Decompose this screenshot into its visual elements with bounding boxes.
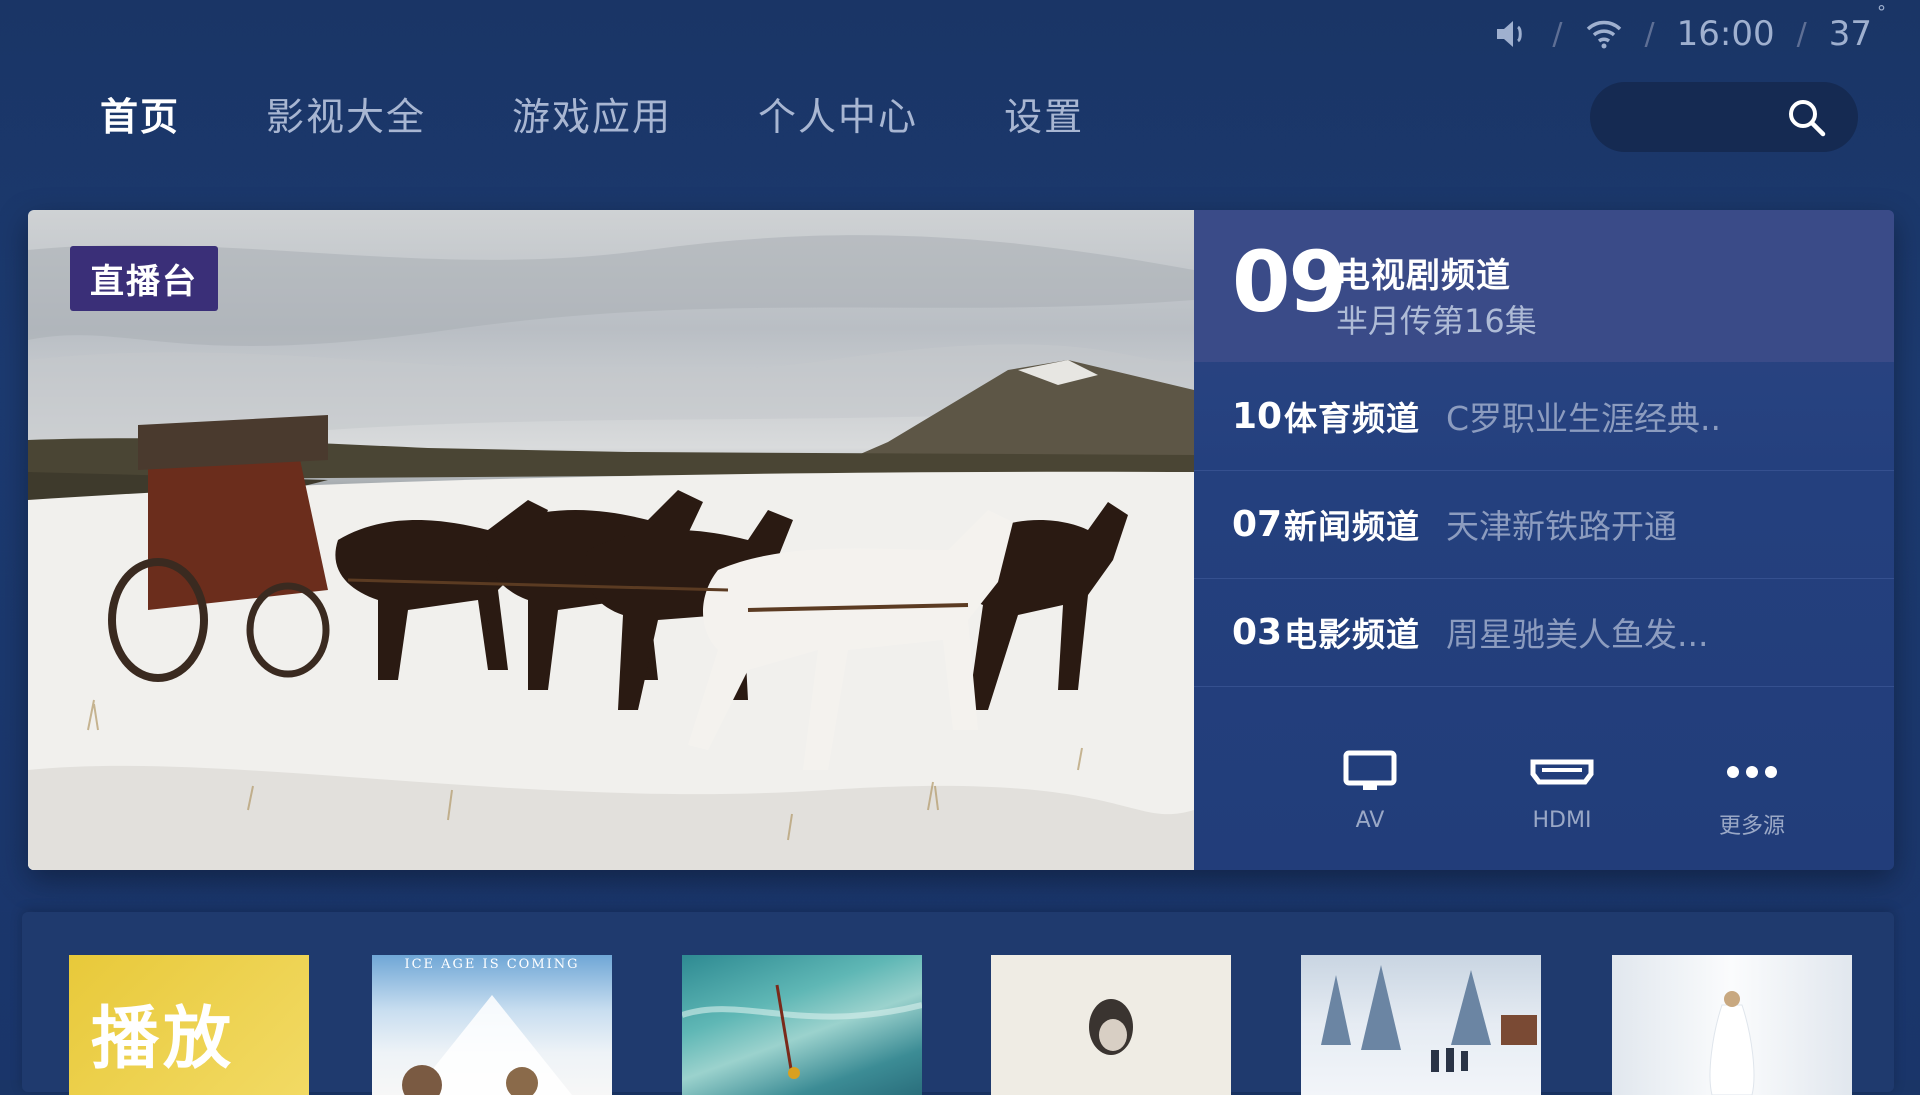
speaker-icon [1494, 18, 1530, 50]
source-label: 更多源 [1718, 814, 1785, 839]
source-hdmi-button[interactable]: HDMI [1502, 728, 1622, 833]
input-sources: AV HDMI 更多源 [1194, 728, 1894, 870]
channel-number: 10 [1232, 395, 1283, 437]
channel-number: 03 [1232, 611, 1283, 653]
status-separator: / [1552, 16, 1563, 52]
poster-tile[interactable]: 播放 [69, 955, 309, 1095]
tab-movies[interactable]: 影视大全 [266, 86, 426, 141]
poster-tile[interactable] [991, 955, 1231, 1095]
status-bar: / / 16:00 / 37 ° [1494, 2, 1886, 54]
channel-number: 09 [1232, 233, 1347, 331]
status-separator: / [1644, 16, 1655, 52]
channel-row[interactable]: 07 新闻频道 天津新铁路开通 [1194, 470, 1894, 579]
tab-games-apps[interactable]: 游戏应用 [512, 86, 672, 141]
channel-list: 09 电视剧频道 芈月传第16集 10 体育频道 C罗职业生涯经典.. 07 新… [1194, 210, 1894, 870]
source-more-button[interactable]: 更多源 [1692, 728, 1812, 840]
channel-row[interactable]: 03 电影频道 周星驰美人鱼发... [1194, 578, 1894, 687]
poster-tile[interactable] [682, 955, 922, 1095]
poster-tagline: ICE AGE IS COMING [404, 957, 580, 972]
channel-featured[interactable]: 09 电视剧频道 芈月传第16集 [1194, 210, 1894, 362]
search-icon [1789, 100, 1826, 137]
source-label: AV [1355, 808, 1385, 833]
poster-title: 播放 [91, 1000, 236, 1079]
content-row: 播放 ICE AGE IS COMING [22, 912, 1894, 1095]
source-av-button[interactable]: AV [1310, 728, 1430, 833]
wifi-icon [1585, 19, 1623, 49]
channel-name: 体育频道 [1284, 399, 1420, 438]
live-badge: 直播台 [70, 246, 218, 311]
channel-name: 电视剧频道 [1336, 256, 1511, 296]
poster-tile[interactable]: ICE AGE IS COMING [372, 955, 612, 1095]
hdmi-icon [1530, 759, 1594, 785]
tab-settings[interactable]: 设置 [1004, 86, 1084, 141]
more-dots-icon [1727, 766, 1777, 778]
poster-tile[interactable] [1301, 955, 1541, 1095]
live-tv-panel: 直播台 09 电视剧频道 芈月传第16集 10 体育频道 C罗职业生涯经典.. … [28, 210, 1894, 870]
temperature: 37 ° [1828, 2, 1886, 54]
clock-time: 16:00 [1676, 14, 1775, 54]
channel-number: 07 [1232, 503, 1283, 545]
monitor-icon [1343, 750, 1397, 790]
tab-home[interactable]: 首页 [100, 86, 180, 141]
tab-personal-center[interactable]: 个人中心 [758, 86, 918, 141]
channel-program: C罗职业生涯经典.. [1446, 399, 1722, 438]
live-preview-image[interactable]: 直播台 [28, 210, 1194, 870]
poster-tile[interactable] [1612, 955, 1852, 1095]
status-separator: / [1796, 16, 1807, 52]
channel-program: 天津新铁路开通 [1446, 507, 1677, 546]
temperature-unit: ° [1877, 2, 1886, 23]
main-nav: 首页 影视大全 游戏应用 个人中心 设置 [100, 86, 1170, 141]
channel-program: 周星驰美人鱼发... [1446, 615, 1709, 654]
channel-row[interactable]: 10 体育频道 C罗职业生涯经典.. [1194, 362, 1894, 471]
source-label: HDMI [1532, 808, 1592, 833]
channel-program: 芈月传第16集 [1336, 302, 1537, 340]
search-box[interactable] [1590, 82, 1858, 152]
channel-name: 新闻频道 [1284, 507, 1420, 546]
channel-name: 电影频道 [1284, 615, 1420, 654]
temperature-value: 37 [1828, 14, 1872, 54]
